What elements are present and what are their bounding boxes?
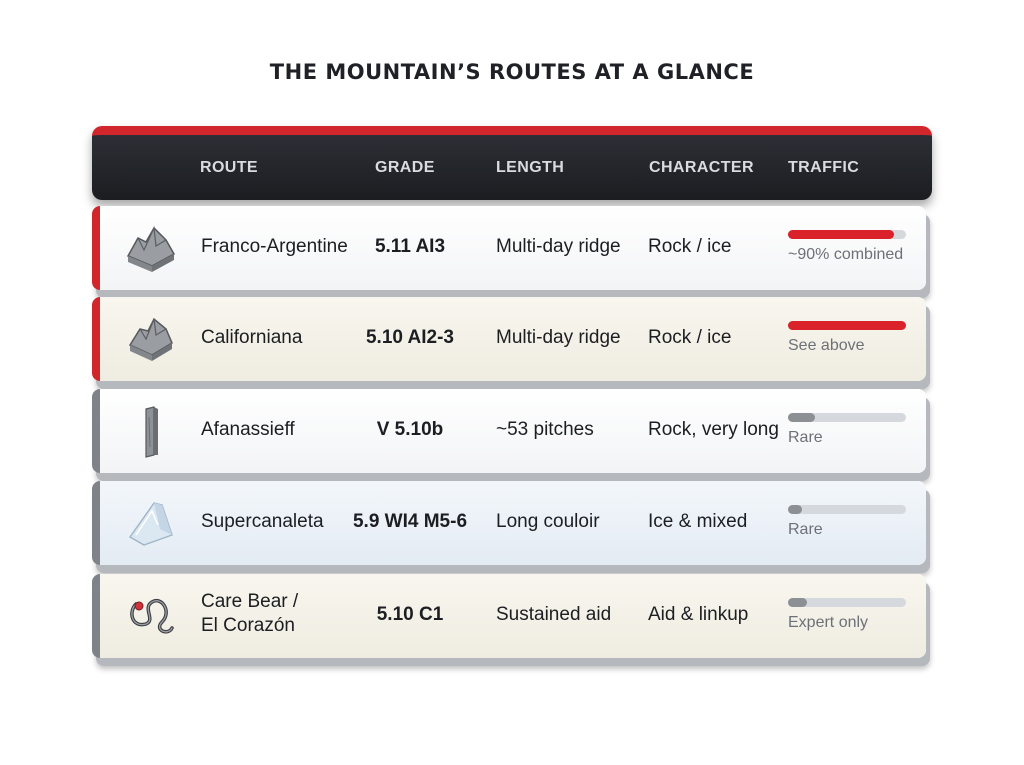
rock-peak-icon: [128, 317, 173, 361]
header-grade: GRADE: [375, 159, 435, 176]
traffic-label: Rare: [788, 429, 823, 446]
traffic-bar: [788, 413, 906, 422]
route-grade: 5.10 AI2-3: [365, 327, 454, 348]
traffic-bar: [788, 321, 906, 330]
table-row: Californiana 5.10 AI2-3 Multi-day ridge …: [92, 297, 926, 381]
route-grade: 5.10 C1: [376, 604, 444, 625]
route-character: Aid & linkup: [648, 604, 749, 625]
header-route: ROUTE: [200, 159, 258, 176]
traffic-bar-fill: [788, 321, 906, 330]
route-length: Multi-day ridge: [496, 236, 621, 257]
route-length: Multi-day ridge: [496, 327, 621, 348]
traffic-bar-fill: [788, 598, 807, 607]
header-length: LENGTH: [496, 159, 565, 176]
traffic-bar: [788, 598, 906, 607]
traffic-bar-fill: [788, 505, 803, 514]
table-header: ROUTE GRADE LENGTH CHARACTER TRAFFIC: [92, 126, 932, 200]
route-name-line1: Care Bear /: [201, 591, 299, 612]
traffic-label: See above: [788, 337, 865, 354]
traffic-label: Expert only: [788, 614, 869, 631]
route-name-line2: El Corazón: [201, 615, 295, 636]
table-row: Franco-Argentine 5.11 AI3 Multi-day ridg…: [92, 206, 926, 290]
rock-pillar-icon: [145, 406, 158, 458]
traffic-bar: [788, 505, 906, 514]
traffic-bar: [788, 230, 906, 239]
table-row: Afanassieff V 5.10b ~53 pitches Rock, ve…: [92, 389, 926, 473]
rock-peak-icon: [126, 225, 176, 272]
routes-table: ROUTE GRADE LENGTH CHARACTER TRAFFIC Fra…: [92, 126, 932, 658]
route-length: Long couloir: [496, 511, 600, 532]
header-character: CHARACTER: [649, 159, 754, 176]
route-character: Ice & mixed: [648, 511, 748, 532]
route-grade: V 5.10b: [376, 419, 444, 440]
rope-loop-icon: [130, 598, 174, 634]
route-length: Sustained aid: [496, 604, 612, 625]
traffic-label: ~90% combined: [788, 246, 904, 263]
route-grade: 5.9 WI4 M5-6: [352, 511, 468, 532]
traffic-label: Rare: [788, 521, 823, 538]
route-character: Rock, very long: [648, 419, 779, 440]
route-name: Californiana: [201, 327, 303, 348]
route-name: Supercanaleta: [201, 511, 324, 532]
table-row: Supercanaleta 5.9 WI4 M5-6 Long couloir …: [92, 481, 926, 565]
route-name: Afanassieff: [201, 419, 295, 440]
traffic-bar-fill: [788, 413, 816, 422]
traffic-bar-fill: [788, 230, 895, 239]
route-grade: 5.11 AI3: [374, 236, 446, 257]
table-row: Care Bear / El Corazón 5.10 C1 Sustained…: [92, 574, 926, 658]
ice-block-icon: [128, 502, 173, 546]
route-name: Franco-Argentine: [201, 236, 348, 257]
header-traffic: TRAFFIC: [788, 159, 860, 176]
route-length: ~53 pitches: [496, 419, 594, 440]
page-title: THE MOUNTAIN’S ROUTES AT A GLANCE: [269, 60, 755, 84]
route-character: Rock / ice: [648, 327, 732, 348]
route-character: Rock / ice: [648, 236, 732, 257]
